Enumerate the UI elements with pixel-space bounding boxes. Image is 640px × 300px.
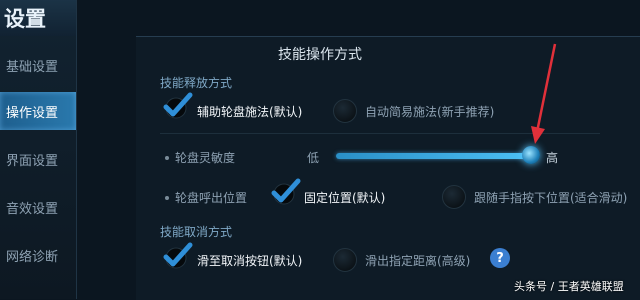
fixed-position-option[interactable]: 固定位置(默认) <box>304 189 385 206</box>
skill-release-section-label: 技能释放方式 <box>160 76 233 90</box>
wheel-position-label: 轮盘呼出位置 <box>175 191 248 205</box>
red-arrow-annotation <box>531 43 557 144</box>
sidebar-item-control-settings[interactable]: 操作设置 <box>0 92 76 130</box>
checkmark-icon[interactable] <box>160 92 194 120</box>
radio-circle-icon[interactable] <box>442 185 466 209</box>
sensitivity-high-label: 高 <box>546 151 559 165</box>
sidebar-item-network-diagnosis[interactable]: 网络诊断 <box>0 236 76 274</box>
skill-cancel-section-label: 技能取消方式 <box>160 225 233 239</box>
sidebar-item-sound-settings[interactable]: 音效设置 <box>0 188 76 226</box>
wheel-sensitivity-label: 轮盘灵敏度 <box>175 151 236 165</box>
bullet-dot <box>165 196 169 200</box>
assisted-wheel-cast-option[interactable]: 辅助轮盘施法(默认) <box>197 103 302 120</box>
sensitivity-slider-track[interactable] <box>336 153 531 159</box>
slide-out-distance-option[interactable]: 滑出指定距离(高级) <box>365 252 470 269</box>
checkmark-icon[interactable] <box>160 242 194 270</box>
sidebar-item-interface-settings[interactable]: 界面设置 <box>0 140 76 178</box>
slide-to-cancel-button-option[interactable]: 滑至取消按钮(默认) <box>197 252 302 269</box>
help-icon[interactable]: ? <box>490 248 510 268</box>
auto-simple-cast-option[interactable]: 自动简易施法(新手推荐) <box>365 103 494 120</box>
sensitivity-low-label: 低 <box>307 151 320 165</box>
radio-circle-icon[interactable] <box>333 248 357 272</box>
settings-title: 设置 <box>0 0 76 36</box>
radio-circle-icon[interactable] <box>333 99 357 123</box>
checkmark-icon[interactable] <box>268 178 302 206</box>
follow-finger-position-option[interactable]: 跟随手指按下位置(适合滑动) <box>474 189 627 206</box>
bullet-dot <box>165 156 169 160</box>
watermark: 头条号 / 王者英雄联盟 <box>514 280 624 293</box>
